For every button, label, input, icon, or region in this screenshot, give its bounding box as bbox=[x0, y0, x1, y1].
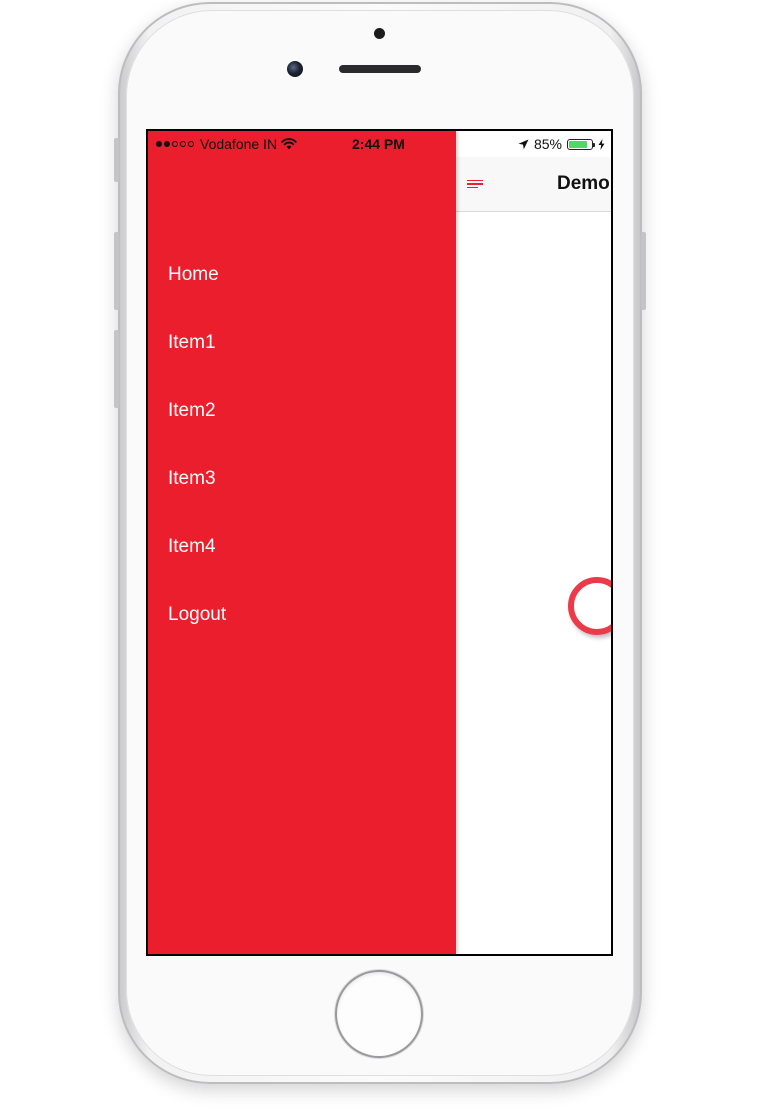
drawer-menu: Home Item1 Item2 Item3 Item4 Logout bbox=[148, 241, 456, 649]
power-button bbox=[641, 232, 646, 310]
signal-strength-icon bbox=[156, 141, 194, 147]
charging-bolt-icon bbox=[598, 138, 605, 150]
phone-screen: Demo Vodafone IN 2:44 PM 85% Home Item1 … bbox=[146, 129, 613, 956]
screen-content: Demo Vodafone IN 2:44 PM 85% Home Item1 … bbox=[148, 131, 611, 954]
front-camera bbox=[287, 61, 303, 77]
home-button[interactable] bbox=[337, 972, 421, 1056]
drawer-item-item3[interactable]: Item3 bbox=[148, 445, 456, 513]
battery-level-fill bbox=[569, 140, 588, 148]
side-drawer: Home Item1 Item2 Item3 Item4 Logout bbox=[148, 131, 456, 954]
drawer-item-home[interactable]: Home bbox=[148, 241, 456, 309]
loading-spinner-icon bbox=[568, 577, 611, 635]
volume-down-button bbox=[114, 330, 119, 408]
wifi-icon bbox=[281, 138, 297, 150]
status-bar-left: Vodafone IN bbox=[156, 136, 297, 152]
mute-switch bbox=[114, 138, 119, 182]
status-time: 2:44 PM bbox=[352, 136, 405, 152]
proximity-sensor bbox=[374, 28, 385, 39]
volume-up-button bbox=[114, 232, 119, 310]
status-bar-right: 85% bbox=[518, 136, 605, 152]
hamburger-menu-icon[interactable] bbox=[467, 173, 489, 195]
location-arrow-icon bbox=[518, 139, 529, 149]
drawer-item-logout[interactable]: Logout bbox=[148, 581, 456, 649]
status-bar: Vodafone IN 2:44 PM 85% bbox=[148, 131, 611, 157]
battery-percent: 85% bbox=[533, 136, 562, 152]
drawer-item-item4[interactable]: Item4 bbox=[148, 513, 456, 581]
battery-icon bbox=[567, 138, 595, 150]
nav-title: Demo bbox=[557, 173, 610, 194]
drawer-item-item1[interactable]: Item1 bbox=[148, 309, 456, 377]
carrier-name: Vodafone IN bbox=[200, 136, 278, 152]
drawer-item-item2[interactable]: Item2 bbox=[148, 377, 456, 445]
earpiece-speaker bbox=[339, 65, 421, 73]
